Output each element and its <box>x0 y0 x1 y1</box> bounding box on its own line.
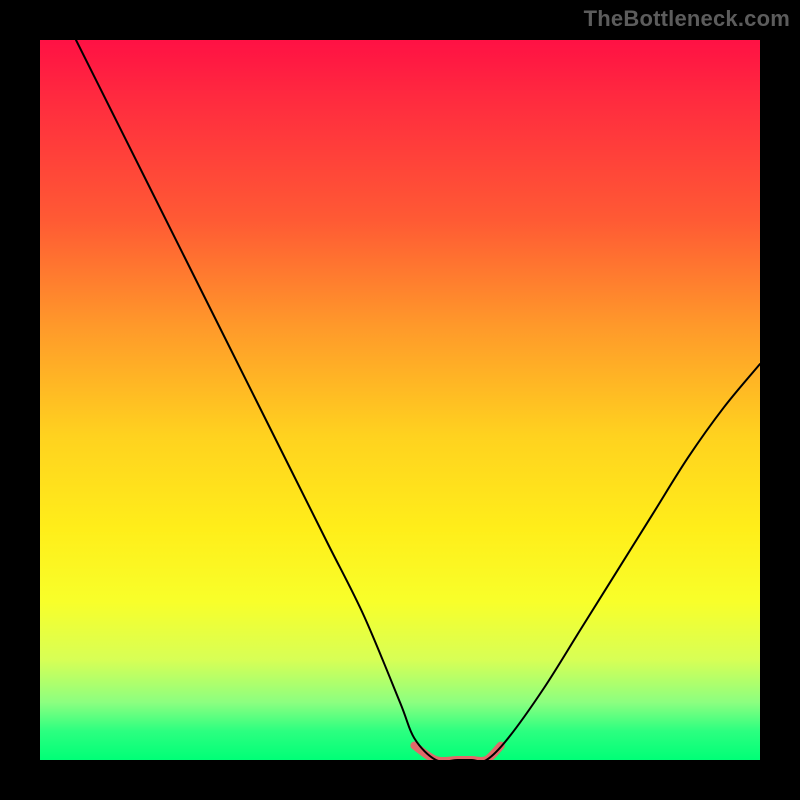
watermark-text: TheBottleneck.com <box>584 6 790 32</box>
plot-area <box>40 40 760 760</box>
bottleneck-curve-line <box>76 40 760 760</box>
curve-svg <box>40 40 760 760</box>
chart-frame: TheBottleneck.com <box>0 0 800 800</box>
